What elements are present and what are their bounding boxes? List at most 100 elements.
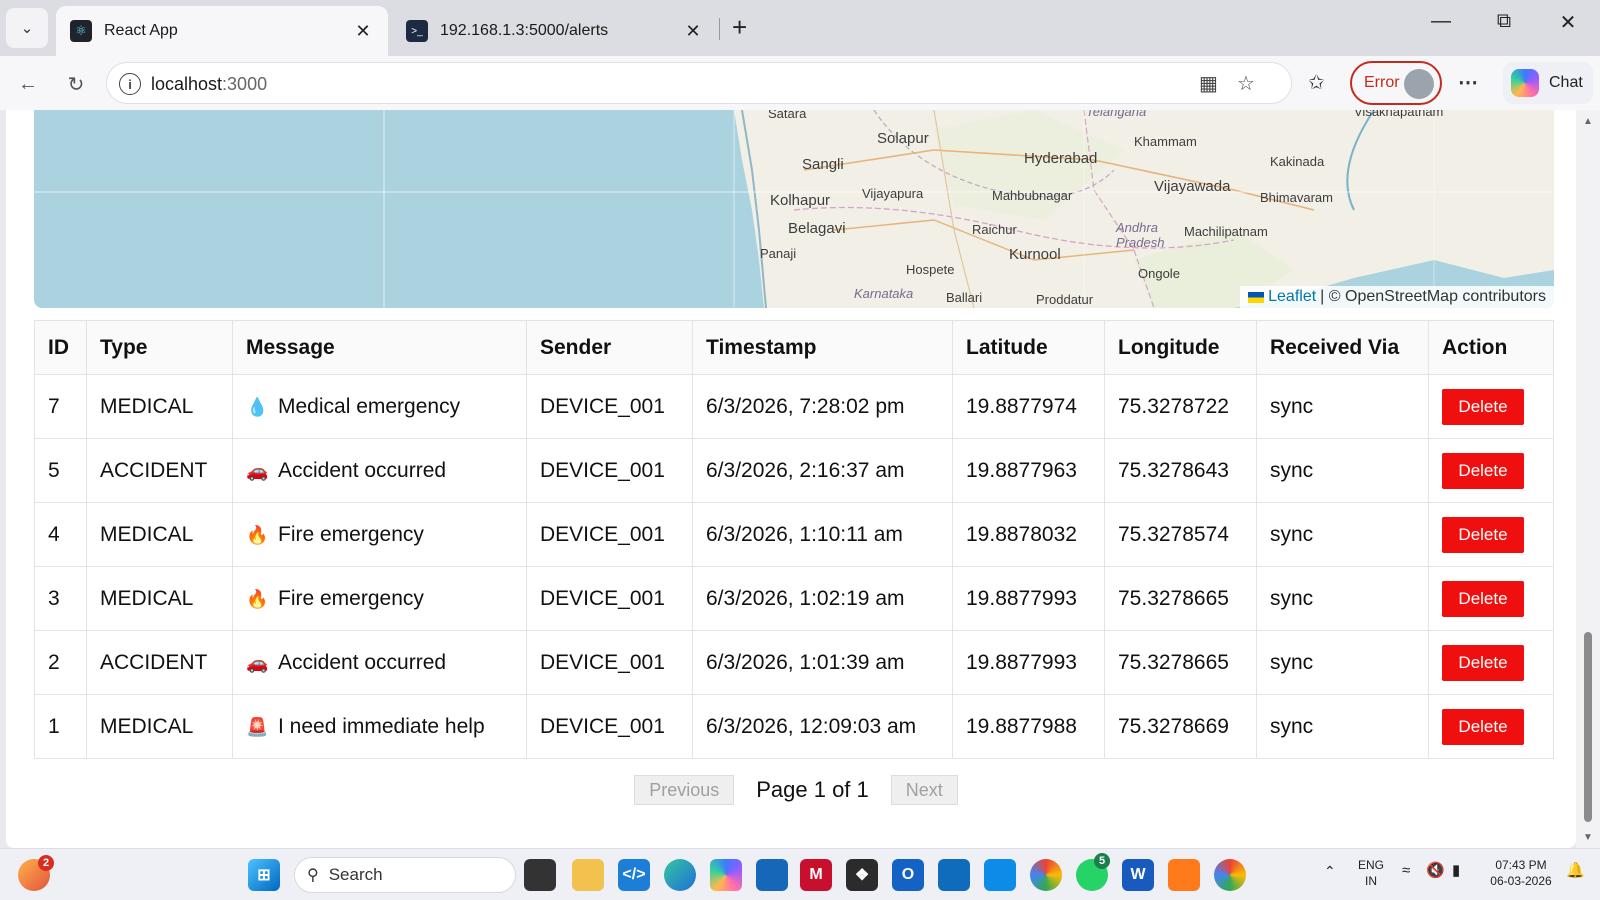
- clock[interactable]: 07:43 PM 06-03-2026: [1484, 857, 1558, 889]
- language-code: ENG: [1358, 858, 1385, 872]
- map-state-label: Telangana: [1086, 110, 1147, 119]
- tab-alerts-api[interactable]: >_ 192.168.1.3:5000/alerts ✕: [392, 6, 718, 56]
- copilot-icon: [1511, 69, 1539, 97]
- cell-id: 1: [34, 694, 87, 759]
- restore-button[interactable]: ⧉: [1484, 10, 1524, 33]
- favorites-icon[interactable]: ✩: [1308, 70, 1325, 95]
- page-viewport: Satara Solapur Sangli Hyderabad Khammam …: [6, 110, 1576, 848]
- chrome-profile-icon[interactable]: [1214, 859, 1246, 891]
- delete-button[interactable]: Delete: [1442, 452, 1524, 489]
- delete-button[interactable]: Delete: [1442, 708, 1524, 745]
- tab-list-button[interactable]: ⌄: [6, 8, 48, 48]
- outlook-icon[interactable]: O: [892, 859, 924, 891]
- cell-via: sync: [1256, 694, 1429, 759]
- cell-lat: 19.8877988: [952, 694, 1105, 759]
- leaflet-link[interactable]: Leaflet: [1268, 288, 1316, 306]
- weather-widget-icon[interactable]: 2: [18, 855, 54, 891]
- taskbar-search[interactable]: ⚲ Search: [294, 857, 516, 893]
- search-label: Search: [328, 865, 383, 884]
- scrollbar-thumb[interactable]: [1584, 632, 1592, 822]
- close-window-button[interactable]: ✕: [1548, 10, 1588, 35]
- delete-button[interactable]: Delete: [1442, 388, 1524, 425]
- cell-message: 🚨 I need immediate help: [232, 694, 527, 759]
- reload-button[interactable]: ↻: [60, 68, 92, 100]
- cell-sender: DEVICE_001: [526, 374, 693, 439]
- brave-icon[interactable]: [1168, 859, 1200, 891]
- notifications-bell-icon[interactable]: 🔔: [1566, 863, 1585, 879]
- terminal-icon: >_: [406, 20, 428, 42]
- language-indicator[interactable]: ENG IN: [1358, 857, 1384, 889]
- delete-button[interactable]: Delete: [1442, 580, 1524, 617]
- message-text: Fire emergency: [278, 522, 424, 546]
- cell-action: Delete: [1428, 694, 1554, 759]
- file-explorer-icon[interactable]: [572, 859, 604, 891]
- map-attribution: Leaflet | © OpenStreetMap contributors: [1240, 286, 1554, 308]
- profile-error-button[interactable]: Error: [1350, 61, 1442, 105]
- microsoft-store-icon[interactable]: [756, 859, 788, 891]
- remote-desktop-icon[interactable]: [938, 859, 970, 891]
- cell-type: MEDICAL: [86, 566, 233, 631]
- map-city-label: Satara: [768, 110, 807, 121]
- cell-lng: 75.3278574: [1104, 502, 1257, 567]
- snipping-tool-icon[interactable]: [984, 859, 1016, 891]
- cell-timestamp: 6/3/2026, 1:01:39 am: [692, 630, 953, 695]
- pagination: Previous Page 1 of 1 Next: [6, 770, 1576, 810]
- app-available-icon[interactable]: ▦: [1199, 71, 1218, 96]
- minimize-button[interactable]: —: [1421, 10, 1461, 33]
- battery-icon[interactable]: ▮: [1452, 863, 1460, 879]
- copilot-icon[interactable]: [710, 859, 742, 891]
- cell-id: 2: [34, 630, 87, 695]
- vscode-icon[interactable]: </>: [618, 859, 650, 891]
- delete-button[interactable]: Delete: [1442, 644, 1524, 681]
- message-text: Fire emergency: [278, 586, 424, 610]
- map-city-label: Kurnool: [1009, 246, 1061, 263]
- next-page-button[interactable]: Next: [890, 775, 958, 805]
- whatsapp-icon[interactable]: 5: [1076, 853, 1110, 891]
- alerts-map[interactable]: Satara Solapur Sangli Hyderabad Khammam …: [34, 110, 1554, 308]
- column-header-message: Message: [232, 320, 527, 375]
- wifi-icon[interactable]: ≈: [1402, 863, 1410, 879]
- copilot-chat-button[interactable]: Chat: [1503, 62, 1593, 104]
- dropbox-icon[interactable]: ❖: [846, 859, 878, 891]
- scroll-up-arrow-icon[interactable]: ▲: [1583, 116, 1593, 127]
- scroll-down-arrow-icon[interactable]: ▼: [1583, 832, 1593, 843]
- map-city-label: Kolhapur: [770, 192, 831, 209]
- cell-message: 🔥 Fire emergency: [232, 502, 527, 567]
- more-options-icon[interactable]: ⋯: [1458, 70, 1478, 95]
- browser-toolbar: ← ↻ i localhost:3000 ▦ ☆ ✩ Error ⋯ Chat: [0, 56, 1600, 110]
- chevron-up-icon[interactable]: ⌃: [1324, 863, 1336, 879]
- back-button[interactable]: ←: [12, 68, 44, 100]
- volume-muted-icon[interactable]: 🔇: [1426, 863, 1445, 879]
- map-city-label: Hyderabad: [1024, 150, 1098, 167]
- previous-page-button[interactable]: Previous: [634, 775, 735, 805]
- cell-lat: 19.8877974: [952, 374, 1105, 439]
- mcafee-icon[interactable]: M: [800, 859, 832, 891]
- new-tab-button[interactable]: +: [732, 14, 747, 40]
- map-city-label: Bhimavaram: [1260, 190, 1333, 205]
- cell-lat: 19.8877993: [952, 566, 1105, 631]
- delete-button[interactable]: Delete: [1442, 516, 1524, 553]
- word-icon[interactable]: W: [1122, 859, 1154, 891]
- address-bar[interactable]: i localhost:3000 ▦ ☆: [106, 62, 1292, 104]
- cell-lat: 19.8877963: [952, 438, 1105, 503]
- cell-sender: DEVICE_001: [526, 502, 693, 567]
- task-view-icon[interactable]: [524, 859, 556, 891]
- message-text: I need immediate help: [278, 714, 485, 738]
- edge-icon[interactable]: [664, 859, 696, 891]
- close-icon[interactable]: ✕: [352, 21, 374, 42]
- chrome-icon[interactable]: [1030, 859, 1062, 891]
- star-icon[interactable]: ☆: [1237, 71, 1255, 96]
- tab-react-app[interactable]: ⚛ React App ✕: [56, 6, 388, 56]
- map-city-label: Ballari: [946, 290, 983, 305]
- url-text[interactable]: localhost:3000: [151, 74, 267, 95]
- tab-separator: [719, 18, 720, 40]
- cell-message: 🚗 Accident occurred: [232, 438, 527, 503]
- close-icon[interactable]: ✕: [682, 21, 704, 42]
- page-scrollbar[interactable]: ▲ ▼: [1576, 110, 1600, 848]
- cell-id: 3: [34, 566, 87, 631]
- cell-timestamp: 6/3/2026, 1:10:11 am: [692, 502, 953, 567]
- chevron-down-icon: ⌄: [20, 20, 34, 37]
- map-city-label: Ongole: [1138, 266, 1180, 281]
- windows-start-icon[interactable]: ⊞: [248, 859, 280, 891]
- info-icon[interactable]: i: [119, 73, 141, 95]
